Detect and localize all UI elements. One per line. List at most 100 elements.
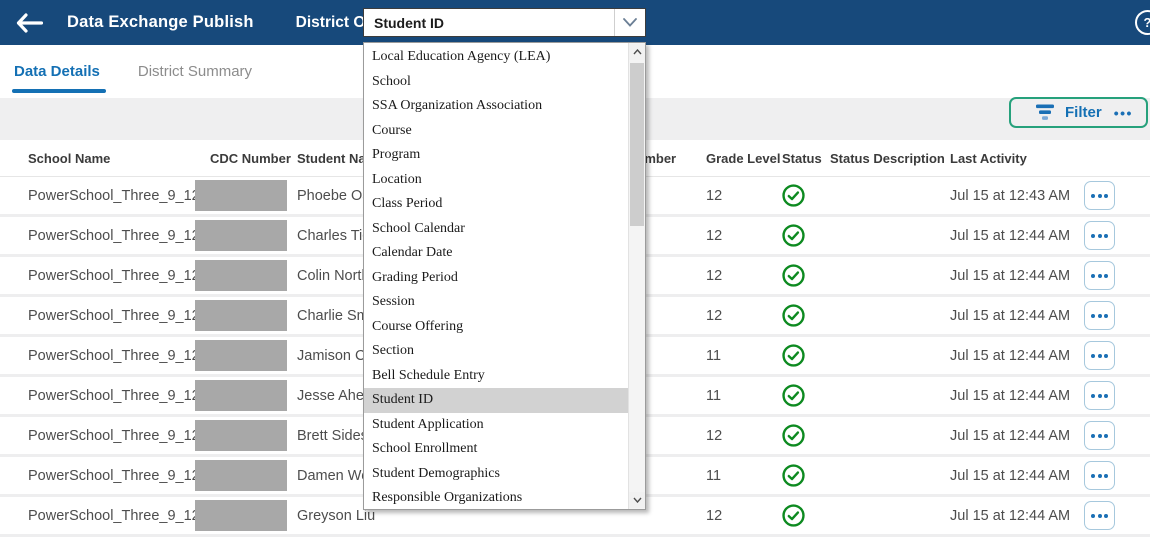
last-activity-cell: Jul 15 at 12:44 AM [950,468,1070,484]
school-name-cell: PowerSchool_Three_9_12 [28,508,200,524]
dropdown-option[interactable]: Class Period [364,192,628,217]
redacted-cdc-number [195,260,287,291]
school-name-cell: PowerSchool_Three_9_12 [28,268,200,284]
dot [1098,234,1102,238]
scroll-up-button[interactable] [629,44,645,60]
last-activity-cell: Jul 15 at 12:43 AM [950,188,1070,204]
dot [1098,474,1102,478]
dot [1104,274,1108,278]
help-icon[interactable]: ? [1135,10,1150,35]
dropdown-option[interactable]: Bell Schedule Entry [364,364,628,389]
column-header-cdc: CDC Number [195,140,297,176]
dropdown-option[interactable]: Program [364,143,628,168]
back-button[interactable] [16,13,43,33]
row-actions-button[interactable] [1084,341,1115,370]
school-name-cell: PowerSchool_Three_9_12 [28,388,200,404]
back-arrow-icon [16,13,43,33]
dot [1098,194,1102,198]
tab-district-summary[interactable]: District Summary [138,45,252,98]
status-success-icon [782,344,805,367]
last-activity-cell: Jul 15 at 12:44 AM [950,388,1070,404]
status-success-icon [782,304,805,327]
last-activity-cell: Jul 15 at 12:44 AM [950,428,1070,444]
scroll-down-button[interactable] [629,492,645,508]
row-actions-button[interactable] [1084,381,1115,410]
app-window: Data Exchange Publish District Office ? … [0,0,1150,538]
last-activity-cell: Jul 15 at 12:44 AM [950,308,1070,324]
dropdown-option[interactable]: Session [364,290,628,315]
filter-button[interactable]: Filter [1035,104,1102,121]
dropdown-option[interactable]: Location [364,168,628,193]
dropdown-option[interactable]: Grading Period [364,266,628,291]
dropdown-option[interactable]: Course [364,119,628,144]
chevron-up-icon [633,49,642,55]
dropdown-option[interactable]: Responsible Organizations [364,486,628,511]
grade-level-cell: 11 [706,348,721,364]
grade-level-cell: 12 [706,428,722,444]
dot [1104,394,1108,398]
tab-data-details[interactable]: Data Details [14,45,100,98]
column-header-actions [1084,140,1150,176]
row-actions-button[interactable] [1084,181,1115,210]
column-header-desc: Status Description [822,140,950,176]
grade-level-cell: 11 [706,468,721,484]
filter-button-group: Filter ••• [1009,97,1148,128]
dropdown-option[interactable]: School Calendar [364,217,628,242]
dropdown-option[interactable]: Calendar Date [364,241,628,266]
status-success-icon [782,264,805,287]
dot [1098,434,1102,438]
dot [1091,194,1095,198]
page-title: Data Exchange Publish [67,13,254,32]
column-header-school: School Name [0,140,195,176]
dot [1104,314,1108,318]
dropdown-option[interactable]: Student Demographics [364,462,628,487]
redacted-cdc-number [195,460,287,491]
school-name-cell: PowerSchool_Three_9_12 [28,308,200,324]
dot [1104,234,1108,238]
row-actions-button[interactable] [1084,421,1115,450]
column-header-last: Last Activity [950,140,1084,176]
row-actions-button[interactable] [1084,501,1115,530]
status-success-icon [782,184,805,207]
dropdown-option[interactable]: School [364,70,628,95]
student-name-cell: Phoebe Oa [297,188,370,204]
scroll-thumb[interactable] [630,63,644,226]
dot [1104,194,1108,198]
dot [1091,354,1095,358]
last-activity-cell: Jul 15 at 12:44 AM [950,508,1070,524]
status-success-icon [782,424,805,447]
dropdown-option[interactable]: Student Application [364,413,628,438]
last-activity-cell: Jul 15 at 12:44 AM [950,348,1070,364]
redacted-cdc-number [195,340,287,371]
more-options-button[interactable]: ••• [1114,105,1133,121]
school-name-cell: PowerSchool_Three_9_12 [28,188,200,204]
column-header-grade: Grade Level [698,140,775,176]
dropdown-option[interactable]: Local Education Agency (LEA) [364,45,628,70]
entity-dropdown-list: Local Education Agency (LEA)SchoolSSA Or… [363,42,646,510]
last-activity-cell: Jul 15 at 12:44 AM [950,268,1070,284]
grade-level-cell: 12 [706,228,722,244]
row-actions-button[interactable] [1084,301,1115,330]
school-name-cell: PowerSchool_Three_9_12 [28,228,200,244]
dropdown-option[interactable]: Course Offering [364,315,628,340]
dot [1091,394,1095,398]
row-actions-button[interactable] [1084,221,1115,250]
dot [1098,314,1102,318]
redacted-cdc-number [195,500,287,531]
student-name-cell: Damen We [297,468,369,484]
dropdown-scrollbar[interactable] [628,43,645,509]
student-name-cell: Colin North [297,268,370,284]
dropdown-option[interactable]: School Enrollment [364,437,628,462]
status-success-icon [782,384,805,407]
dot [1098,514,1102,518]
row-actions-button[interactable] [1084,261,1115,290]
dot [1091,234,1095,238]
row-actions-button[interactable] [1084,461,1115,490]
dot [1104,354,1108,358]
dropdown-option[interactable]: Student ID [364,388,628,413]
redacted-cdc-number [195,220,287,251]
entity-select[interactable]: Student ID [363,8,646,37]
dropdown-option[interactable]: SSA Organization Association [364,94,628,119]
dropdown-option[interactable]: Section [364,339,628,364]
grade-level-cell: 11 [706,388,721,404]
